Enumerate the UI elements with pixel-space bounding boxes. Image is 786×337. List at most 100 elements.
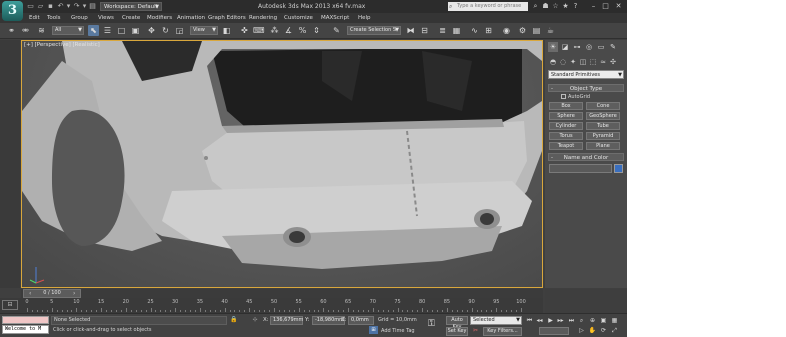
help-icon[interactable]: ? bbox=[571, 2, 580, 11]
object-color-swatch[interactable] bbox=[614, 164, 623, 173]
zoom-extents-icon[interactable]: ▣ bbox=[599, 316, 608, 325]
subscription-icon[interactable]: ☗ bbox=[541, 2, 550, 11]
object-name-input[interactable] bbox=[549, 164, 612, 173]
geosphere-button[interactable]: GeoSphere bbox=[586, 112, 620, 120]
name-and-color-rollout[interactable]: - Name and Color bbox=[548, 153, 624, 161]
bind-space-warp-icon[interactable]: ≋ bbox=[36, 25, 47, 36]
menu-views[interactable]: Views bbox=[98, 14, 114, 22]
go-to-start-icon[interactable]: ⏮ bbox=[525, 316, 534, 325]
play-icon[interactable]: ▶ bbox=[546, 316, 555, 325]
next-frame-icon[interactable]: › bbox=[73, 289, 75, 298]
systems-category-icon[interactable]: ✣ bbox=[608, 57, 618, 67]
shapes-category-icon[interactable]: ◌ bbox=[558, 57, 568, 67]
helpers-category-icon[interactable]: ⬚ bbox=[588, 57, 598, 67]
menu-animation[interactable]: Animation bbox=[177, 14, 205, 22]
favorites-icon[interactable]: ★ bbox=[561, 2, 570, 11]
geometry-category-icon[interactable]: ◓ bbox=[548, 57, 558, 67]
rendered-frame-window-icon[interactable]: ▤ bbox=[531, 25, 542, 36]
torus-button[interactable]: Torus bbox=[549, 132, 583, 140]
keyboard-shortcut-override-icon[interactable]: ⌨ bbox=[253, 25, 265, 36]
close-button[interactable]: ✕ bbox=[613, 1, 624, 11]
new-file-icon[interactable]: ▭ bbox=[26, 2, 35, 11]
graphite-modeling-tools-icon[interactable]: ▦ bbox=[451, 25, 462, 36]
rectangular-selection-icon[interactable]: □ bbox=[116, 25, 127, 36]
sphere-button[interactable]: Sphere bbox=[549, 112, 583, 120]
mirror-icon[interactable]: ⧓ bbox=[405, 25, 416, 36]
search-input[interactable]: ⌕ Type a keyword or phrase bbox=[448, 2, 528, 11]
snaps-toggle-icon[interactable]: ⁂ bbox=[269, 25, 280, 36]
zoom-all-icon[interactable]: ⊕ bbox=[588, 316, 597, 325]
absolute-transform-icon[interactable]: ⊹ bbox=[251, 316, 259, 324]
key-filters-button[interactable]: Key Filters... bbox=[483, 327, 522, 336]
pivot-center-icon[interactable]: ◧ bbox=[221, 25, 232, 36]
minimize-button[interactable]: – bbox=[588, 1, 599, 11]
workspace-dropdown[interactable]: Workspace: Default ▼ bbox=[100, 2, 162, 11]
save-file-icon[interactable]: ▪ bbox=[46, 2, 55, 11]
previous-frame-icon[interactable]: ‹ bbox=[29, 289, 31, 298]
menu-help[interactable]: Help bbox=[358, 14, 371, 22]
lights-category-icon[interactable]: ✦ bbox=[568, 57, 578, 67]
render-setup-icon[interactable]: ⚙ bbox=[517, 25, 528, 36]
menu-maxscript[interactable]: MAXScript bbox=[321, 14, 349, 22]
cameras-category-icon[interactable]: ◫ bbox=[578, 57, 588, 67]
create-tab-icon[interactable]: ☀ bbox=[548, 42, 558, 52]
menu-rendering[interactable]: Rendering bbox=[249, 14, 277, 22]
z-coordinate-field[interactable]: 0,0mm bbox=[348, 316, 374, 325]
selection-lock-icon[interactable]: 🔒 bbox=[230, 316, 238, 324]
set-key-button[interactable]: Set Key bbox=[446, 327, 468, 336]
pyramid-button[interactable]: Pyramid bbox=[586, 132, 620, 140]
time-tag-icon[interactable]: ⊞ bbox=[369, 326, 378, 334]
unlink-icon[interactable]: ⚮ bbox=[20, 25, 31, 36]
edit-named-selection-icon[interactable]: ✎ bbox=[331, 25, 342, 36]
maximize-button[interactable]: □ bbox=[600, 1, 611, 11]
box-button[interactable]: Box bbox=[549, 102, 583, 110]
next-key-icon[interactable]: ▸▸ bbox=[556, 316, 565, 325]
maxscript-mini-listener[interactable]: Welcome to M bbox=[2, 325, 49, 334]
layer-manager-icon[interactable]: ≣ bbox=[437, 25, 448, 36]
teapot-button[interactable]: Teapot bbox=[549, 142, 583, 150]
cone-button[interactable]: Cone bbox=[586, 102, 620, 110]
track-bar[interactable]: 0 5 10 15 20 25 30 35 40 45 50 55 60 65 70 75 80 85 90 95 10… bbox=[21, 298, 543, 313]
mini-curve-editor-icon[interactable]: ⊟ bbox=[2, 300, 18, 310]
menu-graph-editors[interactable]: Graph Editors bbox=[208, 14, 246, 22]
autogrid-checkbox[interactable]: AutoGrid bbox=[561, 94, 590, 100]
auto-key-button[interactable]: Auto Key bbox=[446, 316, 468, 330]
plane-button[interactable]: Plane bbox=[586, 142, 620, 150]
orbit-icon[interactable]: ⟳ bbox=[599, 326, 608, 335]
maxscript-listener-output[interactable] bbox=[2, 316, 49, 324]
menu-customize[interactable]: Customize bbox=[284, 14, 313, 22]
menu-modifiers[interactable]: Modifiers bbox=[147, 14, 172, 22]
utilities-tab-icon[interactable]: ✎ bbox=[608, 42, 618, 52]
project-folder-icon[interactable]: ▤ bbox=[88, 2, 97, 11]
maximize-viewport-icon[interactable]: ⤢ bbox=[610, 326, 619, 335]
primitive-type-dropdown[interactable]: Standard Primitives ▼ bbox=[548, 70, 624, 79]
perspective-viewport[interactable]: [+] [Perspective] [Realistic] bbox=[21, 40, 543, 288]
tube-button[interactable]: Tube bbox=[586, 122, 620, 130]
spinner-snap-icon[interactable]: ⇕ bbox=[311, 25, 322, 36]
render-production-icon[interactable]: ☕ bbox=[545, 25, 556, 36]
viewport-label-menu[interactable]: [+] [Perspective] [Realistic] bbox=[24, 42, 100, 48]
zoom-icon[interactable]: ⌕ bbox=[577, 316, 586, 325]
space-warps-category-icon[interactable]: ≈ bbox=[598, 57, 608, 67]
time-slider[interactable]: 0 / 100 ‹ › bbox=[21, 289, 543, 298]
field-of-view-icon[interactable]: ▷ bbox=[577, 326, 586, 335]
select-and-manipulate-icon[interactable]: ✜ bbox=[239, 25, 250, 36]
object-type-rollout[interactable]: - Object Type bbox=[548, 84, 624, 92]
menu-edit[interactable]: Edit bbox=[29, 14, 40, 22]
window-crossing-icon[interactable]: ▣ bbox=[130, 25, 141, 36]
x-coordinate-field[interactable]: 136,679mm bbox=[270, 316, 303, 325]
angle-snap-icon[interactable]: ∡ bbox=[283, 25, 294, 36]
current-frame-field[interactable] bbox=[539, 327, 569, 335]
modify-tab-icon[interactable]: ◪ bbox=[560, 42, 570, 52]
previous-key-icon[interactable]: ◂◂ bbox=[535, 316, 544, 325]
scale-icon[interactable]: ◲ bbox=[174, 25, 185, 36]
select-by-name-icon[interactable]: ☰ bbox=[102, 25, 113, 36]
go-to-end-icon[interactable]: ⏭ bbox=[567, 316, 576, 325]
motion-tab-icon[interactable]: ◎ bbox=[584, 42, 594, 52]
curve-editor-icon[interactable]: ∿ bbox=[469, 25, 480, 36]
reference-coordinate-dropdown[interactable]: View ▼ bbox=[190, 26, 218, 35]
add-time-tag-button[interactable]: Add Time Tag bbox=[381, 328, 415, 334]
zoom-extents-all-icon[interactable]: ▦ bbox=[610, 316, 619, 325]
open-file-icon[interactable]: ▱ bbox=[36, 2, 45, 11]
material-editor-icon[interactable]: ◉ bbox=[501, 25, 512, 36]
